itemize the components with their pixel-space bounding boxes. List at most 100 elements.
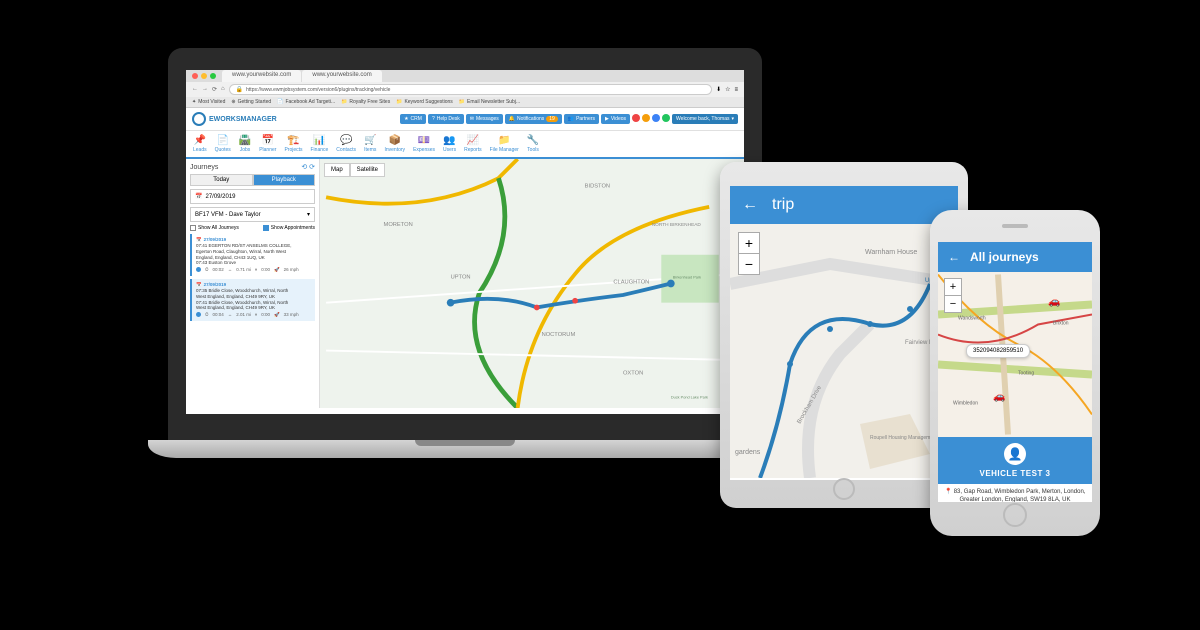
tablet-header: ← trip [730, 186, 958, 224]
menu-icon[interactable]: ≡ [734, 87, 738, 93]
calendar-icon: 📅 [196, 237, 202, 243]
helpdesk-chip[interactable]: ? Help Desk [428, 114, 464, 124]
journey-card[interactable]: 📅27/09/2019 07:41 EGERTON RD/ST ANSELMS … [190, 234, 315, 276]
toolbar-users[interactable]: 👥Users [440, 133, 459, 155]
nav-controls: ← → ⟳ ⌂ [192, 86, 225, 93]
svg-text:UPTON: UPTON [451, 275, 471, 281]
maximize-dot[interactable] [210, 73, 216, 79]
toolbar-quotes[interactable]: 📄Quotes [212, 133, 234, 155]
toolbar-leads[interactable]: 📌Leads [190, 133, 210, 155]
tablet-map[interactable]: + − Warnham House Upper Tulse Fairview P… [730, 224, 958, 478]
bookmark-item[interactable]: ✦ Most Visited [192, 99, 225, 105]
vehicle-select[interactable]: BF17 VFM - Dave Taylor ▾ [190, 207, 315, 222]
journey-card-selected[interactable]: 📅27/09/2019 07:35 Bridle Close, Woodchur… [190, 279, 315, 321]
toolbar-projects[interactable]: 🏗️Projects [281, 133, 305, 155]
svg-text:CLAUGHTON: CLAUGHTON [613, 280, 649, 286]
map-area[interactable]: Map Satellite MORETON [320, 159, 744, 408]
graph-icon: 📈 [467, 135, 479, 146]
toolbar-contacts[interactable]: 💬Contacts [333, 133, 359, 155]
back-icon[interactable]: ← [192, 86, 198, 93]
laptop-screen: www.yourwebsite.com www.yourwebsite.com … [168, 48, 762, 440]
svg-text:MORETON: MORETON [384, 222, 413, 228]
zoom-in-button[interactable]: + [739, 233, 759, 254]
videos-chip[interactable]: ▶ Videos [601, 114, 630, 124]
bookmark-item[interactable]: 📄 Facebook Ad Targeti... [277, 99, 335, 105]
bookmark-item[interactable]: 📁 Email Newsletter Subj... [459, 99, 520, 105]
app-toolbar: 📌Leads 📄Quotes 🛣️Jobs 📅Planner 🏗️Project… [186, 131, 744, 159]
date-input[interactable]: 📅 27/09/2019 [190, 189, 315, 204]
bookmark-icon[interactable]: ☆ [725, 86, 730, 93]
phone-screen: ← All journeys + − Wandsworth Brixton To… [938, 242, 1092, 502]
minimize-dot[interactable] [201, 73, 207, 79]
svg-text:BIDSTON: BIDSTON [585, 184, 610, 190]
svg-text:Brixton: Brixton [1053, 321, 1069, 327]
forward-icon[interactable]: → [202, 86, 208, 93]
bookmark-item[interactable]: ⊕ Getting Started [231, 99, 271, 105]
app-main: Journeys ⟲ ⟳ Today Playback 📅 27/09/2019… [186, 159, 744, 408]
welcome-chip[interactable]: Welcome back, Thomas ▾ [672, 114, 738, 124]
logo-icon [192, 112, 206, 126]
lock-icon: 🔒 [236, 86, 243, 93]
toolbar-items[interactable]: 🛒Items [361, 133, 379, 155]
svg-text:Duck Pond Lake Park: Duck Pond Lake Park [671, 395, 708, 399]
vehicle-name: VEHICLE TEST 3 [942, 469, 1088, 478]
check-all-journeys[interactable]: Show All Journeys [190, 225, 239, 231]
url-input[interactable]: 🔒 https://www.ewmjobsystem.com/version6/… [229, 84, 712, 95]
home-icon[interactable]: ⌂ [221, 86, 225, 93]
status-dot-green[interactable] [662, 114, 670, 122]
sidebar-checks: Show All Journeys Show Appointments [190, 225, 315, 231]
status-dot-red[interactable] [632, 114, 640, 122]
bookmark-item[interactable]: 📁 Keyword Suggestions [396, 99, 453, 105]
reload-icon[interactable]: ⟳ [212, 86, 217, 93]
crm-chip[interactable]: ★ CRM [400, 114, 426, 124]
svg-text:🚗: 🚗 [993, 392, 1005, 403]
map-type-controls: Map Satellite [324, 163, 385, 177]
toolbar-inventory[interactable]: 📦Inventory [381, 133, 408, 155]
map-btn-satellite[interactable]: Satellite [350, 163, 385, 177]
status-dot-blue[interactable] [652, 114, 660, 122]
svg-text:NOCTORUM: NOCTORUM [542, 332, 576, 338]
close-dot[interactable] [192, 73, 198, 79]
refresh-icon[interactable]: ⟲ ⟳ [301, 163, 315, 171]
tab-today[interactable]: Today [190, 174, 253, 186]
download-icon[interactable]: ⬇ [716, 86, 721, 93]
users-icon: 👥 [443, 135, 455, 146]
zoom-out-button[interactable]: − [945, 296, 961, 312]
bookmark-item[interactable]: 📁 Royalty Free Sites [341, 99, 390, 105]
laptop-device: www.yourwebsite.com www.yourwebsite.com … [148, 48, 782, 558]
back-arrow-icon[interactable]: ← [948, 250, 960, 264]
zoom-control: + − [944, 278, 962, 313]
vehicle-marker-label[interactable]: 352094082859510 [966, 344, 1030, 358]
chat-icon: 💬 [340, 135, 352, 146]
phone-map[interactable]: + − Wandsworth Brixton Tooting Wimbledon… [938, 272, 1092, 437]
zoom-in-button[interactable]: + [945, 279, 961, 296]
svg-text:Warnham House: Warnham House [865, 249, 917, 256]
back-arrow-icon[interactable]: ← [742, 196, 758, 214]
svg-text:NORTH BIRKENHEAD: NORTH BIRKENHEAD [652, 222, 702, 228]
status-dot-yellow[interactable] [642, 114, 650, 122]
phone-device: ← All journeys + − Wandsworth Brixton To… [930, 210, 1100, 536]
chart-icon: 📊 [313, 135, 325, 146]
toolbar-reports[interactable]: 📈Reports [461, 133, 485, 155]
app-header: EWORKSMANAGER ★ CRM ? Help Desk ✉ Messag… [186, 108, 744, 131]
toolbar-expenses[interactable]: 💷Expenses [410, 133, 438, 155]
partners-chip[interactable]: 👥 Partners [564, 114, 599, 124]
toolbar-jobs[interactable]: 🛣️Jobs [236, 133, 254, 155]
address-bar: ← → ⟳ ⌂ 🔒 https://www.ewmjobsystem.com/v… [186, 82, 744, 97]
messages-chip[interactable]: ✉ Messages [466, 114, 503, 124]
vehicle-panel[interactable]: 👤 VEHICLE TEST 3 [938, 437, 1092, 484]
box-icon: 📦 [389, 135, 401, 146]
tab-playback[interactable]: Playback [253, 174, 316, 186]
zoom-out-button[interactable]: − [739, 254, 759, 274]
app-logo[interactable]: EWORKSMANAGER [192, 112, 277, 126]
map-btn-map[interactable]: Map [324, 163, 350, 177]
check-appointments[interactable]: Show Appointments [263, 225, 315, 231]
toolbar-tools[interactable]: 🔧Tools [524, 133, 542, 155]
browser-tab[interactable]: www.yourwebsite.com [302, 70, 381, 82]
notifications-chip[interactable]: 🔔 Notifications 19 [505, 114, 562, 124]
toolbar-planner[interactable]: 📅Planner [256, 133, 279, 155]
browser-tab[interactable]: www.yourwebsite.com [222, 70, 301, 82]
bookmarks-bar: ✦ Most Visited ⊕ Getting Started 📄 Faceb… [186, 97, 744, 108]
toolbar-filemanager[interactable]: 📁File Manager [487, 133, 522, 155]
toolbar-finance[interactable]: 📊Finance [308, 133, 332, 155]
